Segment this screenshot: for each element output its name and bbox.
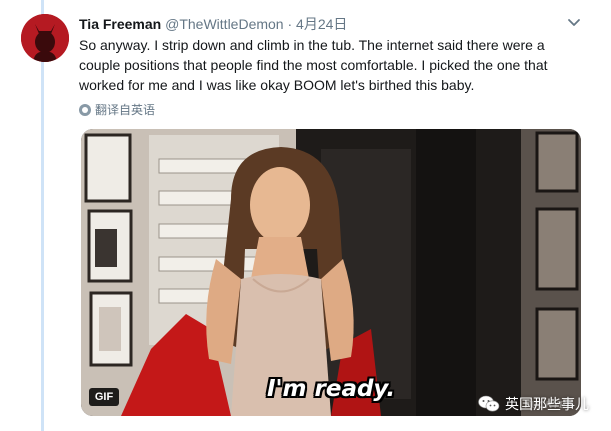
author-name[interactable]: Tia Freeman — [79, 16, 161, 32]
author-handle[interactable]: @TheWittleDemon — [165, 16, 283, 32]
tweet-header: Tia Freeman @TheWittleDemon · 4月24日 — [79, 14, 581, 34]
tweet-text: So anyway. I strip down and climb in the… — [79, 37, 548, 93]
wechat-icon — [478, 395, 500, 412]
translate-label: 翻译自英语 — [95, 103, 156, 117]
gif-frame-image — [81, 129, 581, 416]
thread-line — [41, 0, 44, 431]
tweet-date[interactable]: 4月24日 — [296, 16, 347, 32]
chevron-down-icon[interactable] — [567, 16, 581, 30]
wechat-watermark: 英国那些事儿 — [478, 392, 589, 416]
wechat-label: 英国那些事儿 — [505, 397, 589, 413]
header-separator: · — [287, 16, 293, 32]
globe-icon — [79, 103, 91, 116]
avatar[interactable] — [21, 14, 69, 62]
devil-avatar-icon — [21, 14, 69, 62]
translate-link[interactable]: 翻译自英语 — [79, 101, 155, 118]
gif-badge: GIF — [89, 388, 119, 406]
tweet: Tia Freeman @TheWittleDemon · 4月24日 So a… — [0, 0, 611, 431]
gif-media[interactable]: I'm ready. GIF FUCKYEA — [81, 129, 581, 416]
